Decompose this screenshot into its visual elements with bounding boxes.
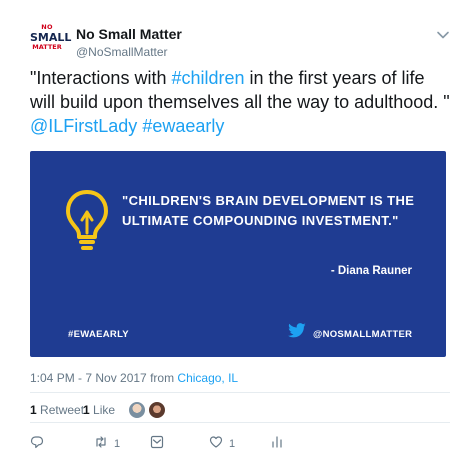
lightbulb-icon: [66, 190, 108, 250]
media-hashtag: #EWAEARLY: [68, 329, 129, 340]
like-count: 1: [229, 438, 236, 450]
location-link[interactable]: Chicago, IL: [177, 371, 238, 385]
tweet-header: NO SMALL MATTER No Small Matter @NoSmall…: [30, 16, 450, 62]
media-quote: "CHILDREN'S BRAIN DEVELOPMENT IS THE ULT…: [122, 193, 415, 228]
media-brand-handle: @NOSMALLMATTER: [313, 329, 413, 340]
twitter-bird-icon: [288, 323, 306, 338]
avatar[interactable]: [148, 401, 166, 419]
media-attribution: - Diana Rauner: [330, 265, 412, 277]
tweet-timestamp: 1:04 PM - 7 Nov 2017 from Chicago, IL: [30, 371, 238, 385]
hashtag-ewaearly-link[interactable]: #ewaearly: [142, 116, 224, 136]
tweet-media-image[interactable]: "CHILDREN'S BRAIN DEVELOPMENT IS THE ULT…: [30, 151, 446, 357]
retweet-stat[interactable]: 1 Retweet: [30, 403, 84, 417]
divider: [30, 392, 450, 393]
like-stat-count: 1: [83, 403, 90, 417]
like-stat-label: Like: [93, 403, 116, 417]
logo-line-1: NO: [41, 23, 53, 31]
timestamp-text[interactable]: 1:04 PM - 7 Nov 2017 from: [30, 371, 177, 385]
account-logo[interactable]: NO SMALL MATTER: [30, 23, 72, 56]
dm-icon[interactable]: [150, 435, 164, 449]
analytics-icon[interactable]: [270, 435, 284, 449]
tweet-text: "Interactions with #children in the firs…: [30, 66, 450, 138]
tweet-actions: 1 1: [30, 433, 450, 453]
heart-icon[interactable]: [209, 435, 223, 449]
divider: [30, 422, 450, 423]
retweet-icon[interactable]: [94, 435, 108, 449]
chevron-down-icon[interactable]: [436, 28, 450, 42]
avatar[interactable]: [128, 401, 146, 419]
logo-line-2: SMALL: [30, 30, 72, 44]
retweet-stat-count: 1: [30, 403, 37, 417]
display-name[interactable]: No Small Matter: [76, 26, 182, 42]
mention-link[interactable]: @ILFirstLady: [30, 116, 137, 136]
logo-line-3: MATTER: [32, 42, 62, 51]
reply-icon[interactable]: [30, 435, 44, 449]
like-stat[interactable]: 1 Like: [83, 403, 115, 417]
retweet-stat-label: Retweet: [40, 403, 85, 417]
retweet-count: 1: [114, 438, 121, 450]
tweet-text-part: "Interactions with: [30, 68, 172, 88]
hashtag-children-link[interactable]: #children: [171, 68, 244, 88]
account-handle[interactable]: @NoSmallMatter: [76, 45, 168, 59]
